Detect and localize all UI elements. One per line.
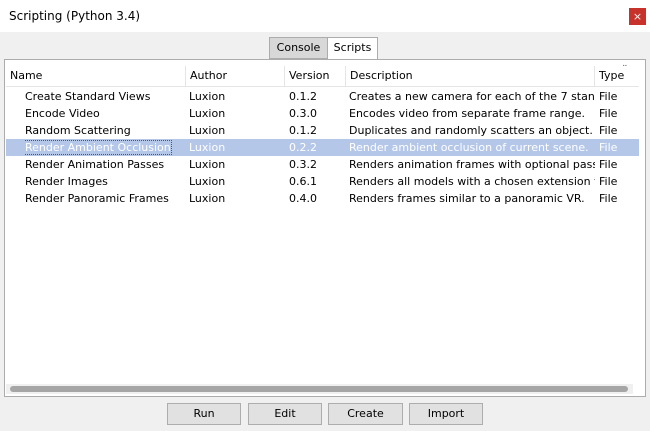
cell-author: Luxion <box>189 105 284 122</box>
cell-description: Creates a new camera for each of the 7 s… <box>349 88 595 105</box>
close-button[interactable]: × <box>629 8 646 25</box>
cell-author-text: Luxion <box>189 124 226 137</box>
tab-console[interactable]: Console <box>269 37 328 59</box>
cell-type: File <box>599 105 639 122</box>
cell-author: Luxion <box>189 122 284 139</box>
run-button[interactable]: Run <box>167 403 241 425</box>
cell-author: Luxion <box>189 139 284 156</box>
cell-version: 0.1.2 <box>289 88 345 105</box>
cell-version-text: 0.6.1 <box>289 175 317 188</box>
title-bar: Scripting (Python 3.4) × <box>0 0 650 32</box>
cell-version: 0.1.2 <box>289 122 345 139</box>
cell-description: Render ambient occlusion of current scen… <box>349 139 595 156</box>
cell-type-text: File <box>599 141 618 154</box>
cell-author: Luxion <box>189 173 284 190</box>
table-row[interactable]: Random Scattering Luxion 0.1.2 Duplicates a… <box>6 122 639 139</box>
cell-type-text: File <box>599 175 618 188</box>
edit-button[interactable]: Edit <box>248 403 322 425</box>
cell-name-text: Render Ambient Occlusion <box>25 140 172 155</box>
cell-version: 0.2.2 <box>289 139 345 156</box>
table-row[interactable]: Render Ambient Occlusion Luxion 0.2.2 Rende… <box>6 139 639 156</box>
cell-name-text: Render Images <box>25 175 108 188</box>
cell-version: 0.3.2 <box>289 156 345 173</box>
cell-type-text: File <box>599 124 618 137</box>
cell-version-text: 0.1.2 <box>289 124 317 137</box>
table-row[interactable]: Encode Video Luxion 0.3.0 Encodes video fro… <box>6 105 639 122</box>
cell-name: Encode Video <box>25 105 185 122</box>
cell-type-text: File <box>599 192 618 205</box>
cell-version-text: 0.3.2 <box>289 158 317 171</box>
cell-author-text: Luxion <box>189 107 226 120</box>
cell-type: File <box>599 173 639 190</box>
cell-name: Create Standard Views <box>25 88 185 105</box>
cell-description-text: Creates a new camera for each of the 7 s… <box>349 90 595 103</box>
create-button[interactable]: Create <box>328 403 403 425</box>
import-button[interactable]: Import <box>409 403 483 425</box>
cell-type: File <box>599 156 639 173</box>
cell-name-text: Render Panoramic Frames <box>25 192 169 205</box>
cell-version: 0.4.0 <box>289 190 345 207</box>
cell-type: File <box>599 139 639 156</box>
cell-author: Luxion <box>189 190 284 207</box>
cell-description: Renders animation frames with optional p… <box>349 156 595 173</box>
table-header: Name Author Version Description Type <box>6 66 639 87</box>
tab-scripts[interactable]: Scripts <box>327 37 378 60</box>
cell-name: Render Panoramic Frames <box>25 190 185 207</box>
cell-description-text: Renders animation frames with optional p… <box>349 158 595 171</box>
cell-name: Render Animation Passes <box>25 156 185 173</box>
cell-name-text: Random Scattering <box>25 124 131 137</box>
cell-type: File <box>599 122 639 139</box>
cell-description-text: Encodes video from separate frame range. <box>349 107 585 120</box>
cell-description-text: Duplicates and randomly scatters an obje… <box>349 124 593 137</box>
cell-version-text: 0.3.0 <box>289 107 317 120</box>
cell-type: File <box>599 190 639 207</box>
cell-version-text: 0.2.2 <box>289 141 317 154</box>
cell-author-text: Luxion <box>189 141 226 154</box>
cell-type-text: File <box>599 158 618 171</box>
cell-type-text: File <box>599 90 618 103</box>
cell-author: Luxion <box>189 88 284 105</box>
cell-version-text: 0.4.0 <box>289 192 317 205</box>
cell-description: Encodes video from separate frame range. <box>349 105 595 122</box>
cell-description-text: Renders frames similar to a panoramic VR… <box>349 192 585 205</box>
scrollbar-thumb[interactable] <box>10 386 628 392</box>
cell-type: File <box>599 88 639 105</box>
table-row[interactable]: Render Images Luxion 0.6.1 Renders all mode… <box>6 173 639 190</box>
cell-description-text: Render ambient occlusion of current scen… <box>349 141 589 154</box>
column-header-author[interactable]: Author <box>185 66 285 86</box>
horizontal-scrollbar[interactable] <box>6 384 633 394</box>
table-row[interactable]: Render Animation Passes Luxion 0.3.2 Render… <box>6 156 639 173</box>
cell-author-text: Luxion <box>189 90 226 103</box>
cell-name-text: Render Animation Passes <box>25 158 165 171</box>
cell-name: Render Images <box>25 173 185 190</box>
window-title: Scripting (Python 3.4) <box>9 9 141 23</box>
column-header-version[interactable]: Version <box>284 66 345 86</box>
cell-version: 0.3.0 <box>289 105 345 122</box>
cell-description-text: Renders all models with a chosen extensi… <box>349 175 595 188</box>
cell-description: Renders all models with a chosen extensi… <box>349 173 595 190</box>
close-icon: × <box>632 10 643 23</box>
table-row[interactable]: Create Standard Views Luxion 0.1.2 Creates … <box>6 88 639 105</box>
cell-author-text: Luxion <box>189 192 226 205</box>
scripts-table: Name Author Version Description Type Cre… <box>6 66 639 394</box>
cell-author-text: Luxion <box>189 158 226 171</box>
cell-description: Duplicates and randomly scatters an obje… <box>349 122 595 139</box>
cell-name-text: Encode Video <box>25 107 100 120</box>
cell-version-text: 0.1.2 <box>289 90 317 103</box>
cell-name-text: Create Standard Views <box>25 90 151 103</box>
cell-type-text: File <box>599 107 618 120</box>
cell-author-text: Luxion <box>189 175 226 188</box>
cell-version: 0.6.1 <box>289 173 345 190</box>
cell-name: Render Ambient Occlusion <box>25 139 185 156</box>
column-header-description[interactable]: Description <box>345 66 595 86</box>
column-header-type[interactable]: Type <box>594 66 639 86</box>
column-header-name[interactable]: Name <box>6 66 186 86</box>
table-row[interactable]: Render Panoramic Frames Luxion 0.4.0 Render… <box>6 190 639 207</box>
cell-author: Luxion <box>189 156 284 173</box>
cell-name: Random Scattering <box>25 122 185 139</box>
cell-description: Renders frames similar to a panoramic VR… <box>349 190 595 207</box>
